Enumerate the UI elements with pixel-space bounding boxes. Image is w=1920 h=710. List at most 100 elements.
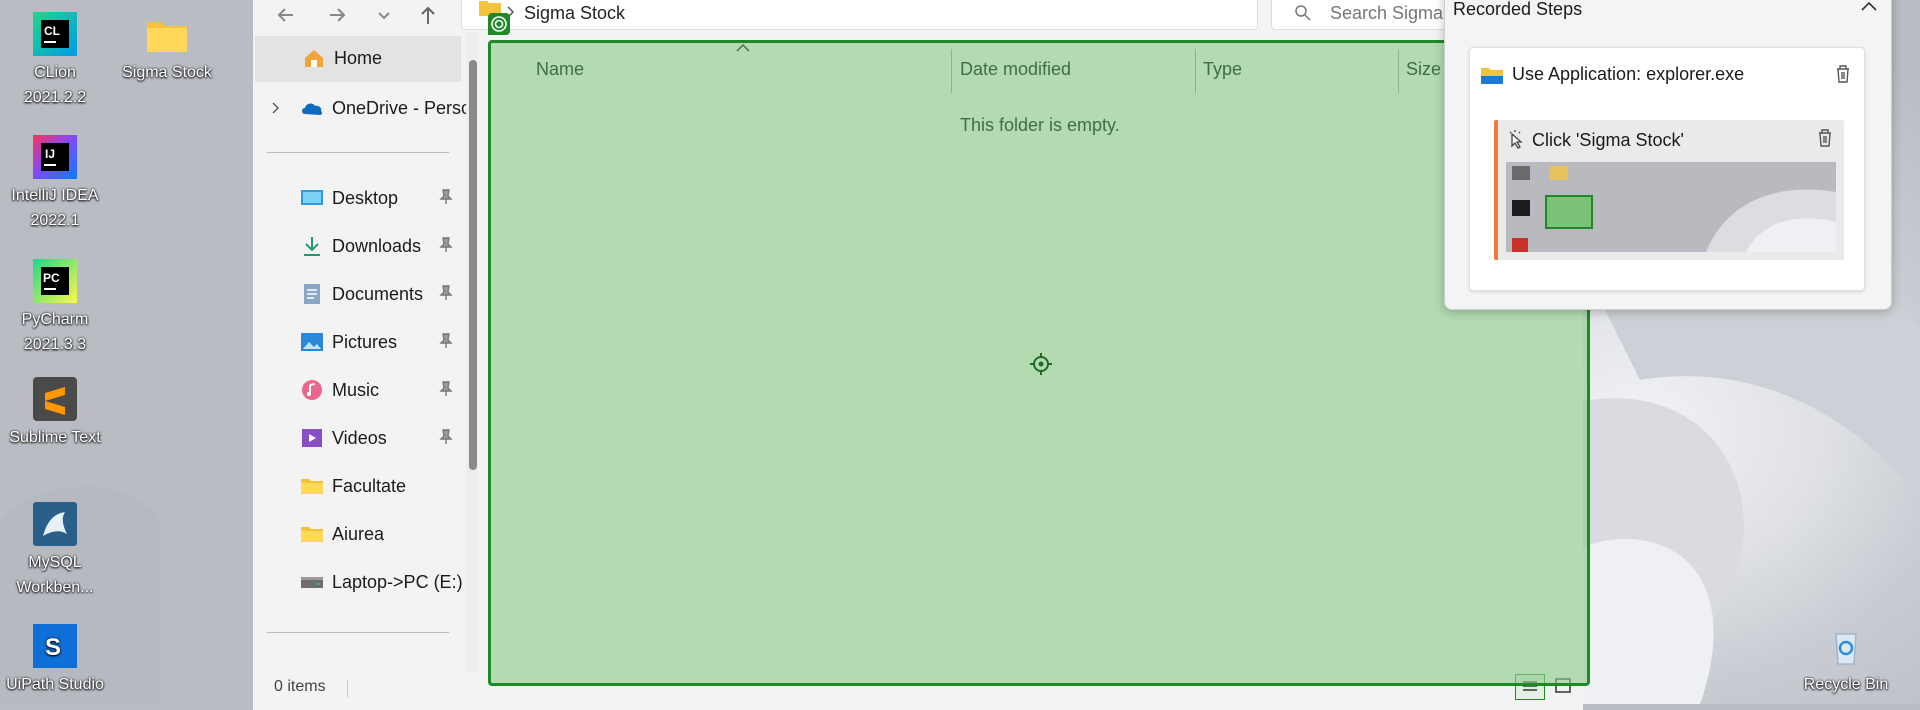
desktop-icon-intellij[interactable]: IJ IntelliJ IDEA 2022.1 <box>5 133 105 233</box>
chevron-up-icon[interactable] <box>1859 0 1879 17</box>
column-header-size[interactable]: Size <box>1406 59 1441 80</box>
arrow-right-icon <box>330 8 346 22</box>
downloads-icon <box>304 237 320 256</box>
sidebar-item-label: Documents <box>332 284 424 304</box>
chevron-down-icon <box>378 12 390 20</box>
sidebar-item-downloads[interactable]: Downloads <box>253 224 459 268</box>
forward-button[interactable] <box>322 0 352 30</box>
step-click[interactable]: Click 'Sigma Stock' <box>1494 120 1844 260</box>
sidebar-item-facultate[interactable]: Facultate <box>253 464 459 508</box>
column-separator[interactable] <box>951 49 952 93</box>
pin-icon[interactable] <box>439 237 453 253</box>
sidebar-item-documents[interactable]: Documents <box>253 272 459 316</box>
svg-text:S: S <box>45 634 61 661</box>
icon-label-line1: Sigma Stock <box>122 64 212 81</box>
onedrive-icon <box>302 103 323 115</box>
chevron-right-icon[interactable] <box>270 102 282 114</box>
recycle-bin-icon <box>1822 622 1870 670</box>
recent-locations-button[interactable] <box>369 0 399 30</box>
folder-icon <box>301 479 323 494</box>
up-button[interactable] <box>413 0 443 30</box>
pycharm-icon: PC <box>31 257 79 305</box>
sidebar-item-label: Facultate <box>332 476 407 496</box>
recorded-steps-title: Recorded Steps <box>1453 0 1583 19</box>
crosshair-icon <box>1030 353 1052 375</box>
desktop-icon-mysql[interactable]: MySQL Workben... <box>5 500 105 600</box>
back-button[interactable] <box>271 0 301 30</box>
step-use-application[interactable]: Use Application: explorer.exe Click 'Sig… <box>1469 47 1865 291</box>
icon-label-line2: Workben... <box>16 579 94 596</box>
element-highlight-overlay[interactable]: Name Date modified Type Size This folder… <box>488 13 1590 686</box>
sidebar-item-music[interactable]: Music <box>253 368 459 412</box>
column-header-name[interactable]: Name <box>536 59 584 80</box>
pin-icon[interactable] <box>439 333 453 349</box>
column-separator[interactable] <box>1195 49 1196 93</box>
sidebar-item-label: Laptop->PC (E:) <box>332 572 463 592</box>
pin-icon[interactable] <box>439 285 453 301</box>
documents-icon <box>304 284 320 304</box>
icon-label-line1: PyCharm <box>21 311 89 328</box>
explorer-app-icon <box>1481 68 1503 84</box>
folder-icon <box>143 10 191 58</box>
status-divider <box>347 680 348 698</box>
sidebar-item-label: Downloads <box>332 236 422 256</box>
svg-text:IJ: IJ <box>45 147 55 161</box>
delete-icon[interactable] <box>1834 64 1852 84</box>
address-crumb[interactable]: Sigma Stock <box>524 3 625 24</box>
desktop-icon-sigma-stock[interactable]: Sigma Stock <box>117 10 217 85</box>
sidebar-item-label: Home <box>334 48 383 68</box>
videos-icon <box>302 429 322 447</box>
sidebar-item-label: Videos <box>332 428 387 448</box>
click-icon <box>1509 130 1523 149</box>
clion-icon: CL <box>31 10 79 58</box>
sidebar-item-drive-e[interactable]: Laptop->PC (E:) <box>253 560 463 604</box>
thumbnail-image <box>1506 162 1836 252</box>
sidebar-item-pictures[interactable]: Pictures <box>253 320 459 364</box>
icon-label-line1: Sublime Text <box>9 429 101 446</box>
address-bar[interactable]: Sigma Stock <box>461 0 1396 30</box>
column-header-date-modified[interactable]: Date modified <box>960 59 1071 80</box>
music-icon <box>302 380 322 400</box>
icon-label-line1: MySQL <box>28 554 82 571</box>
sidebar-item-onedrive[interactable]: OneDrive - Perso <box>253 86 471 130</box>
search-icon <box>1295 5 1311 21</box>
sidebar-item-home[interactable]: Home <box>255 36 461 82</box>
item-count: 0 items <box>274 678 326 695</box>
icon-label-line1: Recycle Bin <box>1803 676 1889 693</box>
column-separator[interactable] <box>1398 49 1399 93</box>
step-screenshot-thumbnail <box>1506 162 1836 252</box>
pin-icon[interactable] <box>439 381 453 397</box>
drive-icon <box>301 577 323 588</box>
intellij-icon: IJ <box>31 133 79 181</box>
desktop-icon-sublime[interactable]: Sublime Text <box>5 375 105 450</box>
sidebar-item-videos[interactable]: Videos <box>253 416 459 460</box>
sidebar-item-label: OneDrive - Perso <box>332 98 472 118</box>
home-icon <box>305 50 323 67</box>
desktop-icon-clion[interactable]: CL CLion 2021.2.2 <box>5 10 105 110</box>
target-icon <box>491 16 507 32</box>
column-header-type[interactable]: Type <box>1203 59 1242 80</box>
desktop-icon-recycle-bin[interactable]: Recycle Bin <box>1796 622 1896 697</box>
sort-arrow-icon <box>736 44 750 52</box>
desktop-icon-uipath[interactable]: S UiPath Studio <box>5 622 105 697</box>
sidebar-item-label: Desktop <box>332 188 399 208</box>
pictures-icon <box>301 333 323 351</box>
pin-icon[interactable] <box>439 189 453 205</box>
delete-icon[interactable] <box>1816 128 1834 148</box>
sidebar-item-desktop[interactable]: Desktop <box>253 176 459 220</box>
icon-label-line1: UiPath Studio <box>6 676 104 693</box>
arrow-up-icon <box>421 6 435 24</box>
empty-folder-message: This folder is empty. <box>960 115 1120 135</box>
icon-label-line2: 2022.1 <box>30 212 80 229</box>
recorded-steps-panel: Recorded Steps Use Application: explorer… <box>1444 0 1892 310</box>
mysql-icon <box>31 500 79 548</box>
sidebar-scroll-thumb[interactable] <box>469 60 477 470</box>
explorer-toolbar: Sigma Stock Search Sigma <box>253 0 1583 32</box>
sidebar-divider <box>267 632 449 633</box>
step-app-label: Use Application: explorer.exe <box>1512 64 1745 84</box>
sidebar-item-label: Aiurea <box>332 524 385 544</box>
pin-icon[interactable] <box>439 429 453 445</box>
sidebar-item-aiurea[interactable]: Aiurea <box>253 512 459 556</box>
icon-label-line1: IntelliJ IDEA <box>11 187 99 204</box>
desktop-icon-pycharm[interactable]: PC PyCharm 2021.3.3 <box>5 257 105 357</box>
